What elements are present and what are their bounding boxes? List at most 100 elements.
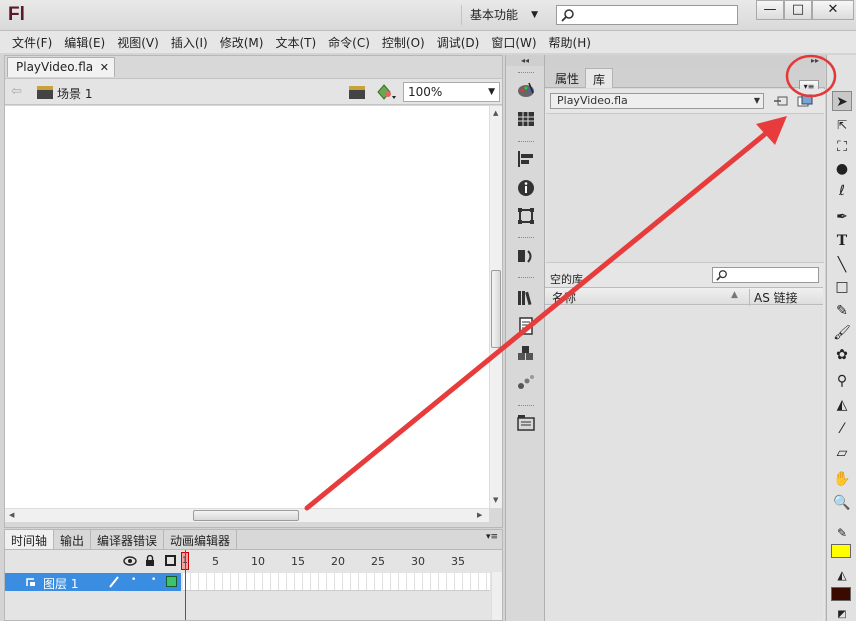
column-name[interactable]: 名称 — [552, 289, 576, 306]
line-tool-icon[interactable]: ╲ — [832, 255, 852, 275]
scroll-left-icon[interactable]: ◀ — [9, 511, 14, 519]
scroll-right-icon[interactable]: ▶ — [477, 511, 482, 519]
menu-debug[interactable]: 调试(D) — [431, 31, 486, 53]
library-search-input[interactable] — [712, 267, 819, 283]
selection-tool-icon[interactable]: ➤ — [832, 91, 852, 111]
tab-properties[interactable]: 属性 — [548, 68, 586, 88]
visibility-dot[interactable]: • — [131, 575, 136, 585]
eraser-tool-icon[interactable]: ▱ — [832, 443, 852, 463]
frame-number: 30 — [411, 555, 425, 568]
menu-control[interactable]: 控制(O) — [376, 31, 431, 53]
library-panel-icon[interactable] — [517, 289, 535, 307]
tab-compiler-errors[interactable]: 编译器错误 — [91, 530, 165, 549]
timeline-scrollbar[interactable] — [491, 572, 502, 620]
zoom-select[interactable]: 100% ▼ — [403, 82, 500, 102]
hand-tool-icon[interactable]: ✋ — [832, 469, 852, 489]
subselection-tool-icon[interactable]: ⇱ — [832, 115, 852, 135]
panel-grip[interactable] — [518, 237, 534, 239]
swatches-panel-icon[interactable] — [517, 110, 535, 128]
stage-vertical-scrollbar[interactable]: ▲ ▼ — [489, 106, 502, 508]
collapse-arrows-icon[interactable]: ◂◂ — [506, 55, 544, 66]
layer-row[interactable]: 图层 1 • • — [5, 573, 181, 591]
text-tool-icon[interactable]: T — [832, 231, 852, 251]
close-button[interactable]: ✕ — [812, 0, 854, 20]
free-transform-tool-icon[interactable]: ⛶ — [832, 137, 852, 157]
tab-library[interactable]: 库 — [585, 68, 614, 88]
scroll-up-icon[interactable]: ▲ — [493, 109, 498, 117]
document-window: PlayVideo.fla ✕ ⇦ 场景 1 100% ▼ ▲ ▼ ◀ ▶ — [4, 55, 503, 528]
menu-window[interactable]: 窗口(W) — [485, 31, 542, 53]
eye-icon[interactable] — [123, 556, 137, 566]
rectangle-tool-icon[interactable]: □ — [832, 277, 852, 297]
bone-tool-icon[interactable]: ⚲ — [832, 371, 852, 391]
minimize-button[interactable]: — — [756, 0, 784, 20]
menu-view[interactable]: 视图(V) — [111, 31, 165, 53]
info-icon[interactable] — [517, 179, 535, 197]
project-panel-icon[interactable] — [517, 413, 535, 431]
panel-grip[interactable] — [518, 141, 534, 143]
panel-grip[interactable] — [518, 72, 534, 74]
motion-presets-icon[interactable] — [517, 373, 535, 391]
menu-edit[interactable]: 编辑(E) — [58, 31, 111, 53]
document-tab[interactable]: PlayVideo.fla ✕ — [7, 57, 115, 77]
align-panel-icon[interactable] — [517, 150, 535, 168]
scroll-down-icon[interactable]: ▼ — [493, 496, 498, 504]
swap-colors-icon[interactable]: ◩ — [832, 605, 852, 621]
brush-tool-icon[interactable]: 🖌 — [832, 323, 852, 343]
frame-number: 35 — [451, 555, 465, 568]
stroke-color-swatch[interactable] — [831, 587, 851, 601]
components-panel-icon[interactable] — [517, 345, 535, 363]
panel-grip[interactable] — [518, 405, 534, 407]
zoom-tool-icon[interactable]: 🔍 — [832, 493, 852, 513]
expand-panels-icon[interactable]: ▸▸ — [545, 55, 825, 66]
fill-color-swatch[interactable] — [831, 544, 851, 558]
frame-cells[interactable] — [183, 573, 490, 591]
close-icon[interactable]: ✕ — [100, 58, 109, 77]
back-arrow-icon[interactable]: ⇦ — [11, 84, 22, 99]
menu-file[interactable]: 文件(F) — [6, 31, 58, 53]
layer-outline-color[interactable] — [166, 576, 177, 587]
pin-library-icon[interactable] — [773, 94, 789, 108]
lock-icon[interactable] — [145, 555, 155, 567]
stage-horizontal-scrollbar[interactable]: ◀ ▶ — [5, 508, 489, 522]
menu-commands[interactable]: 命令(C) — [322, 31, 376, 53]
panel-menu-icon[interactable]: ▾≡ — [486, 532, 498, 542]
workspace-switcher[interactable]: 基本功能 ▼ — [461, 5, 546, 25]
horizontal-scroll-thumb[interactable] — [193, 510, 299, 521]
sort-up-icon[interactable]: ▲ — [731, 290, 738, 300]
edit-scene-icon[interactable] — [349, 86, 365, 99]
edit-symbols-icon[interactable] — [375, 83, 397, 101]
history-panel-icon[interactable] — [517, 317, 535, 335]
deco-tool-icon[interactable]: ✿ — [832, 345, 852, 365]
menu-text[interactable]: 文本(T) — [269, 31, 322, 53]
menu-insert[interactable]: 插入(I) — [165, 31, 214, 53]
tab-motion-editor[interactable]: 动画编辑器 — [164, 530, 238, 549]
paint-bucket-tool-icon[interactable]: ◭ — [832, 395, 852, 415]
panel-grip[interactable] — [518, 277, 534, 279]
color-panel-icon[interactable] — [517, 81, 535, 99]
3d-rotation-tool-icon[interactable]: ● — [832, 159, 852, 179]
new-library-panel-icon[interactable] — [797, 94, 813, 108]
tab-output[interactable]: 输出 — [54, 530, 92, 549]
tab-timeline[interactable]: 时间轴 — [5, 530, 55, 549]
library-document-select[interactable]: PlayVideo.fla ▼ — [550, 93, 764, 109]
menu-help[interactable]: 帮助(H) — [543, 31, 597, 53]
code-snippets-icon[interactable] — [517, 247, 535, 265]
maximize-button[interactable]: □ — [784, 0, 812, 20]
pencil-tool-icon[interactable]: ✎ — [832, 301, 852, 321]
eyedropper-tool-icon[interactable]: ⁄ — [832, 419, 852, 439]
outline-icon[interactable] — [165, 555, 176, 566]
help-search-input[interactable] — [556, 5, 738, 25]
transform-icon[interactable] — [517, 207, 535, 225]
layer-name: 图层 1 — [43, 577, 79, 591]
stage-canvas[interactable] — [5, 106, 489, 508]
lasso-tool-icon[interactable]: ℓ — [832, 181, 852, 201]
chevron-down-icon: ▼ — [753, 96, 760, 105]
vertical-scroll-thumb[interactable] — [491, 270, 501, 348]
column-linkage[interactable]: AS 链接 — [749, 289, 798, 306]
lock-dot[interactable]: • — [151, 575, 156, 585]
pen-tool-icon[interactable]: ✒ — [832, 207, 852, 227]
menu-modify[interactable]: 修改(M) — [214, 31, 270, 53]
menu-bar: 文件(F) 编辑(E) 视图(V) 插入(I) 修改(M) 文本(T) 命令(C… — [0, 31, 856, 53]
library-items-list[interactable] — [545, 306, 823, 621]
